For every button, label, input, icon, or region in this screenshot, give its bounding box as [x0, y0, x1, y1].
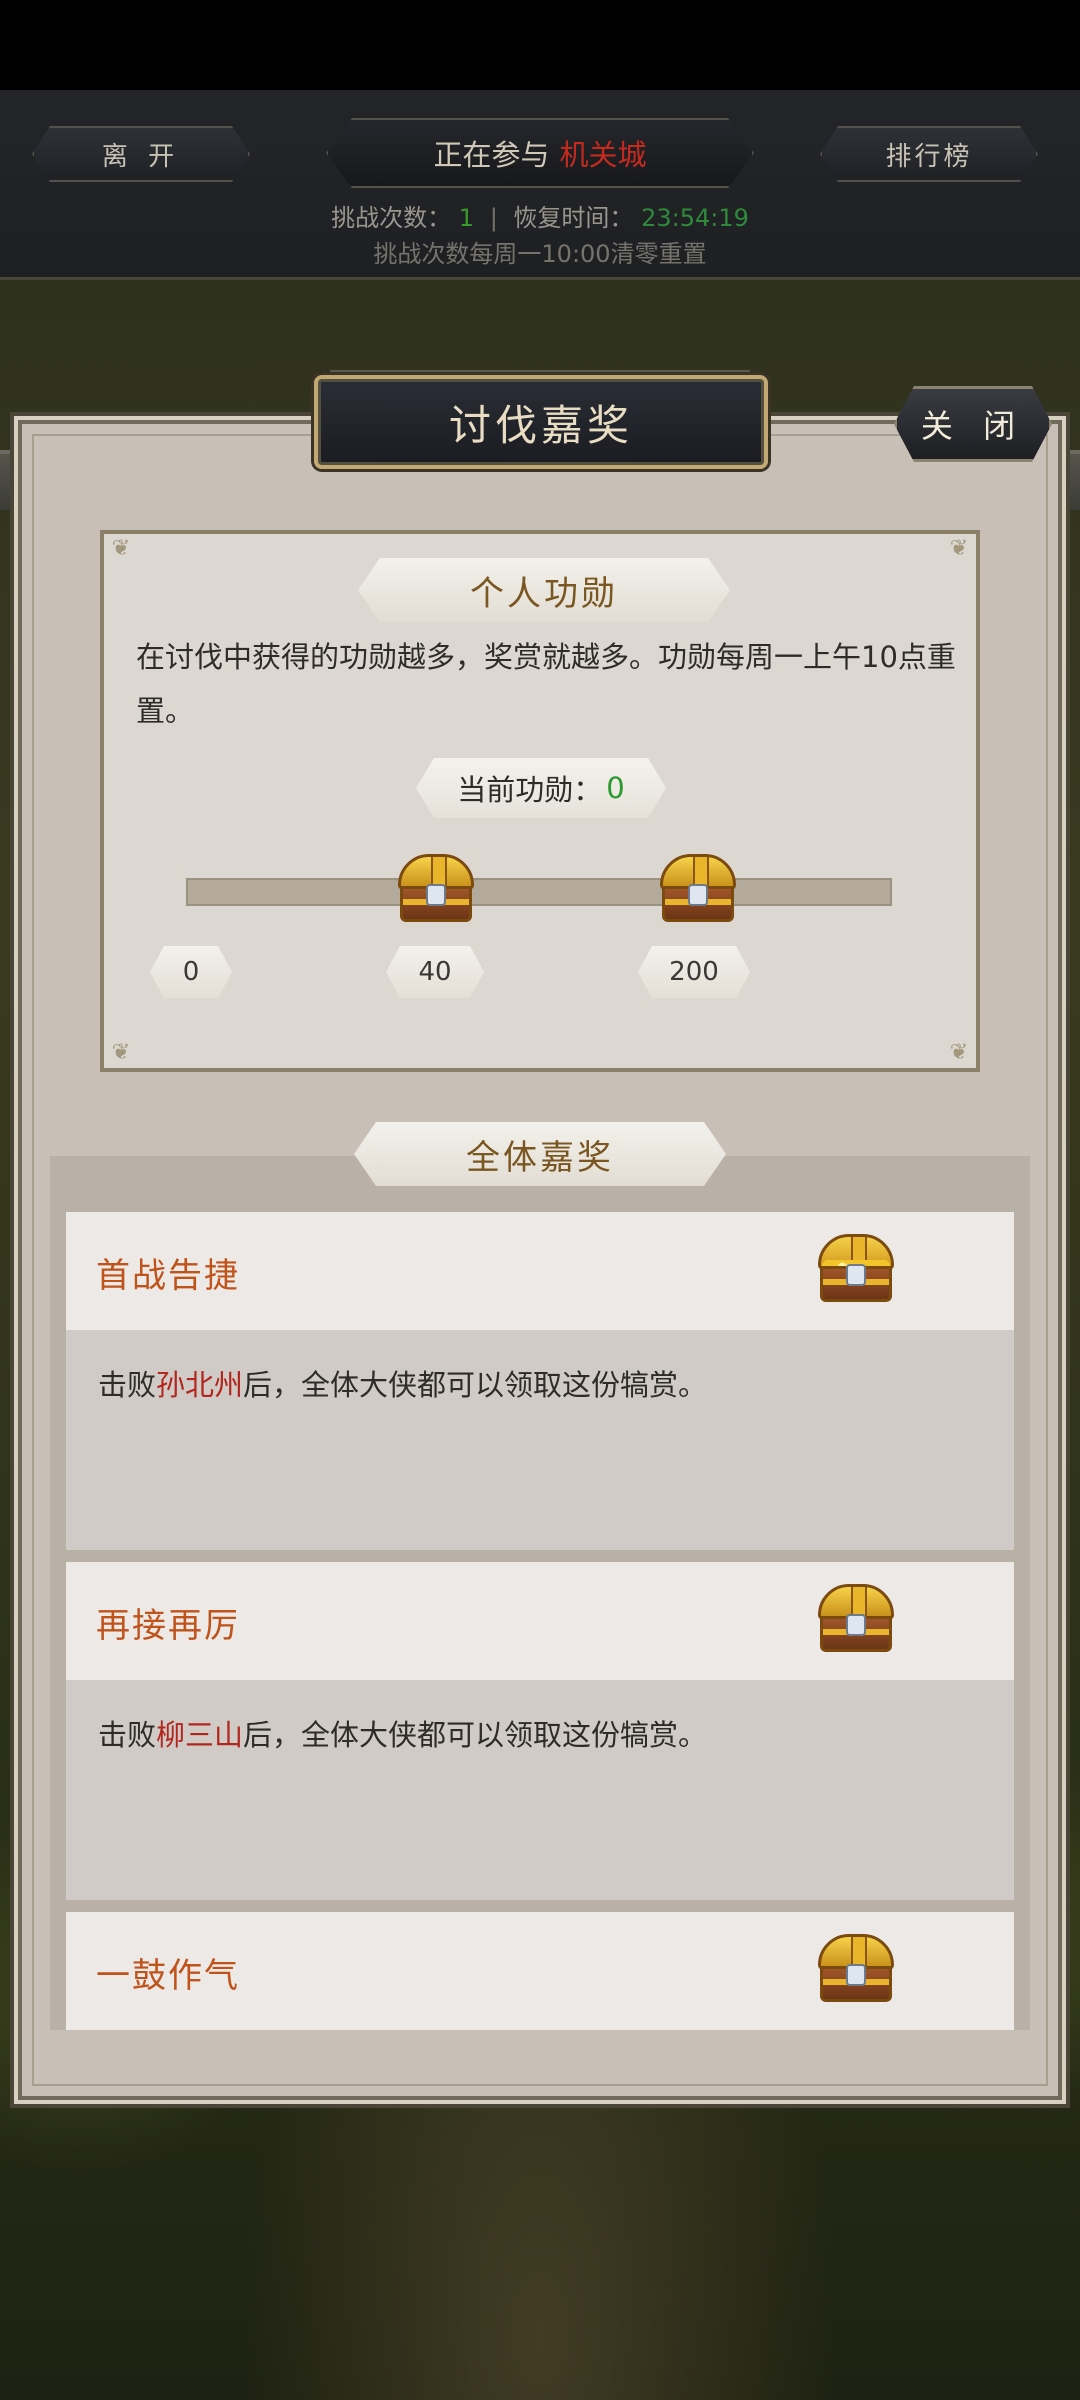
global-rewards-title: 全体嘉奖 — [354, 1122, 726, 1186]
personal-merit-title: 个人功勋 — [358, 558, 730, 622]
reward-item: 再接再厉 击败柳三山后，全体大侠都可以领取这份犒赏。 — [66, 1562, 1014, 1900]
participating-place: 机关城 — [559, 138, 647, 172]
boss-name: 柳三山 — [156, 1718, 244, 1752]
boss-name: 孙北州 — [156, 1368, 244, 1402]
reward-desc-prefix: 击败 — [98, 1368, 157, 1402]
current-merit-label: 当前功勋： — [457, 773, 603, 807]
participating-prefix: 正在参与 — [433, 138, 550, 172]
merit-progress-bar — [186, 878, 892, 906]
reward-desc-suffix: 后，全体大侠都可以领取这份犒赏。 — [243, 1368, 708, 1402]
treasure-chest-icon[interactable] — [656, 854, 740, 924]
reward-header: 首战告捷 — [66, 1212, 1014, 1330]
challenge-count-label: 挑战次数： — [331, 204, 452, 232]
corner-ornament-icon: ❦ — [111, 536, 131, 561]
reward-desc-prefix: 击败 — [98, 1718, 157, 1752]
reward-desc-suffix: 后，全体大侠都可以领取这份犒赏。 — [243, 1718, 708, 1752]
panel-title: 讨伐嘉奖 — [314, 375, 768, 469]
reward-name: 一鼓作气 — [96, 1956, 240, 1996]
participating-banner: 正在参与 机关城 — [326, 118, 754, 188]
global-rewards-list[interactable]: 首战告捷 击败孙北州后，全体大侠都可以领取这份犒赏。 再接再厉 击败柳三山后，全… — [50, 1156, 1030, 2030]
reward-item: 首战告捷 击败孙北州后，全体大侠都可以领取这份犒赏。 — [66, 1212, 1014, 1550]
current-merit-badge: 当前功勋： 0 — [416, 758, 666, 818]
corner-ornament-icon: ❦ — [949, 1040, 969, 1065]
merit-scale-label: 200 — [638, 946, 750, 998]
reward-item: 一鼓作气 — [66, 1912, 1014, 2030]
corner-ornament-icon: ❦ — [111, 1040, 131, 1065]
leaderboard-button[interactable]: 排行榜 — [820, 126, 1038, 182]
treasure-chest-icon[interactable] — [394, 854, 478, 924]
corner-ornament-icon: ❦ — [949, 536, 969, 561]
recovery-time-label: 恢复时间： — [513, 204, 634, 232]
personal-merit-description: 在讨伐中获得的功勋越多，奖赏就越多。功勋每周一上午10点重置。 — [136, 640, 956, 728]
merit-scale-label: 40 — [386, 946, 484, 998]
status-divider: | — [489, 204, 498, 232]
personal-merit-section: ❦ ❦ ❦ ❦ 个人功勋 在讨伐中获得的功勋越多，奖赏就越多。功勋每周一上午10… — [100, 530, 980, 1072]
reward-description: 击败孙北州后，全体大侠都可以领取这份犒赏。 — [98, 1362, 707, 1404]
reward-name: 再接再厉 — [96, 1606, 240, 1646]
close-button[interactable]: 关 闭 — [894, 386, 1052, 462]
treasure-chest-icon[interactable] — [814, 1584, 898, 1654]
reward-header: 再接再厉 — [66, 1562, 1014, 1680]
challenge-status: 挑战次数： 1 | 恢复时间： 23:54:19 — [0, 198, 1080, 233]
open-treasure-chest-icon[interactable] — [814, 1234, 898, 1304]
status-bar — [0, 0, 1080, 90]
reward-description: 击败柳三山后，全体大侠都可以领取这份犒赏。 — [98, 1712, 707, 1754]
current-merit-value: 0 — [606, 771, 625, 805]
reward-header: 一鼓作气 — [66, 1912, 1014, 2030]
reward-name: 首战告捷 — [96, 1256, 240, 1296]
merit-scale-label: 0 — [150, 946, 232, 998]
treasure-chest-icon[interactable] — [814, 1934, 898, 2004]
challenge-count: 1 — [458, 204, 475, 232]
reset-note: 挑战次数每周一10:00清零重置 — [373, 240, 707, 268]
leave-button[interactable]: 离 开 — [32, 126, 250, 182]
top-hud: 离 开 正在参与 机关城 排行榜 挑战次数： 1 | 恢复时间： 23:54:1… — [0, 90, 1080, 280]
recovery-time: 23:54:19 — [641, 204, 749, 232]
